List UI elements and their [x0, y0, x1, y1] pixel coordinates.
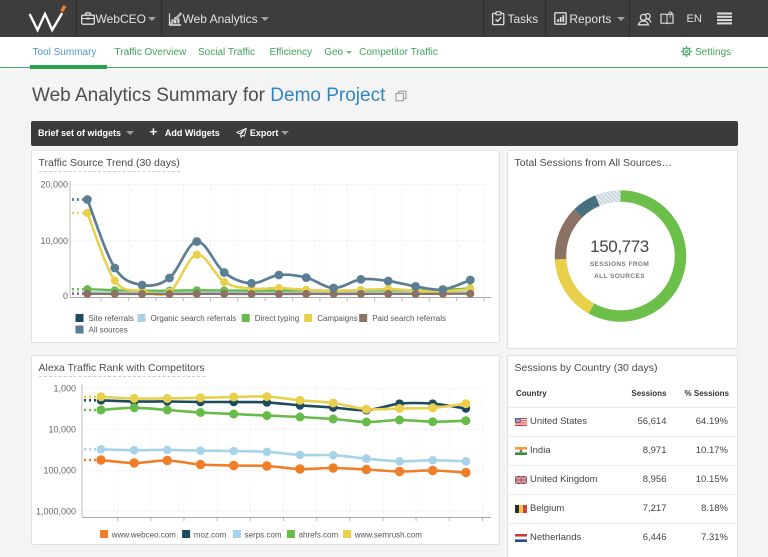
svg-text:Paid search referrals: Paid search referrals [372, 314, 446, 323]
svg-text:?: ? [668, 11, 673, 20]
svg-text:1,000,000: 1,000,000 [36, 507, 76, 517]
svg-text:www.semrush.com: www.semrush.com [354, 531, 422, 540]
svg-text:Organic search referrals: Organic search referrals [151, 314, 237, 323]
svg-text:All sources: All sources [89, 326, 128, 335]
svg-text:Site referrals: Site referrals [89, 314, 134, 323]
svg-text:ahrefs.com: ahrefs.com [299, 531, 339, 540]
svg-text:10,000: 10,000 [40, 236, 68, 246]
svg-text:10,000: 10,000 [48, 425, 76, 435]
svg-text:1,000: 1,000 [53, 384, 76, 394]
svg-text:Campaigns: Campaigns [317, 314, 357, 323]
svg-text:0: 0 [63, 291, 68, 301]
svg-text:moz.com: moz.com [194, 531, 227, 540]
svg-text:serps.com: serps.com [245, 531, 282, 540]
svg-text:100,000: 100,000 [43, 466, 76, 476]
svg-text:Direct typing: Direct typing [255, 314, 299, 323]
svg-text:20,000: 20,000 [40, 180, 68, 190]
svg-text:www.webceo.com: www.webceo.com [111, 531, 176, 540]
